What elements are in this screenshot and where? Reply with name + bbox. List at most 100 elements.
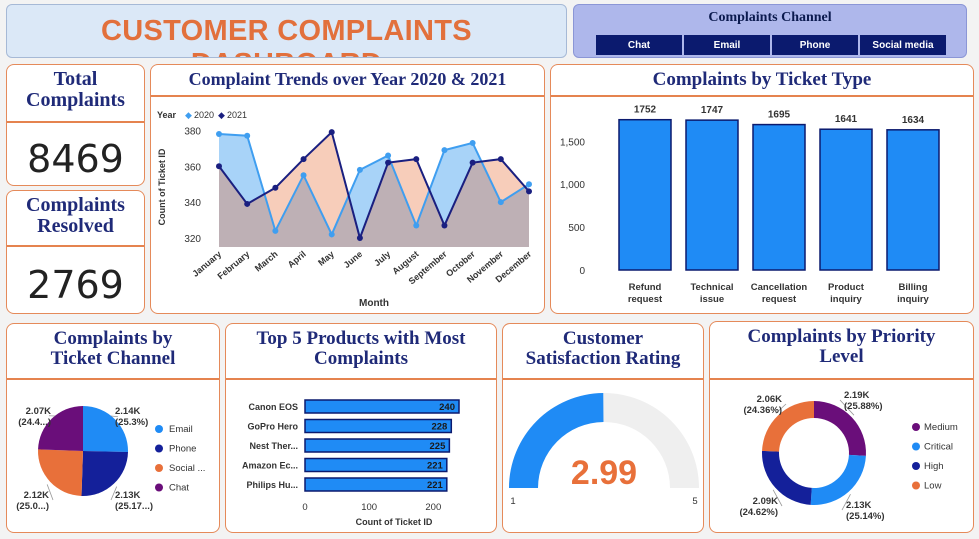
bar (304, 438, 451, 453)
ticket-type-chart-card: Complaints by Ticket Type 0 500 1,000 1,500… (550, 64, 974, 314)
bar (618, 118, 672, 271)
priority-chart-card: Complaints by Priority Level 2.19K (25.88… (709, 321, 974, 533)
point-2020 (526, 181, 532, 188)
channel-option-social-media[interactable]: Social media (860, 35, 946, 55)
legend-marker (912, 462, 920, 470)
point-2021 (216, 163, 222, 170)
legend-label: Low (924, 481, 942, 492)
x-tick-label: 200 (425, 502, 441, 513)
top-products-title-line2: Complaints (314, 347, 408, 369)
legend-marker (912, 423, 920, 431)
point-2021 (300, 156, 307, 163)
legend-marker (155, 464, 163, 472)
ticket-type-chart-title: Complaints by Ticket Type (652, 69, 872, 90)
pie-slice (37, 449, 83, 496)
gauge-value: 2.99 (571, 454, 637, 492)
point-2021 (526, 188, 532, 195)
point-2020 (300, 172, 307, 179)
point-2021 (469, 159, 476, 166)
x-tick-label: Product (828, 282, 865, 293)
point-2020 (272, 227, 279, 234)
slice-value-label: 2.07K (26, 406, 51, 417)
ticket-channel-chart-card: Complaints by Ticket Channel 2.14K (25.3%… (6, 323, 220, 533)
x-tick-label: 0 (302, 502, 307, 513)
slice-percent-label: (25.3%) (115, 417, 148, 428)
top-products-chart-card: Top 5 Products with Most Complaints Cano… (225, 323, 497, 533)
bar (752, 123, 806, 271)
point-2020 (413, 222, 420, 229)
legend-label: Medium (924, 422, 958, 433)
ticket-type-chart: 05001,0001,5001752Refundrequest1747Techn… (560, 105, 940, 305)
slice-value-label: 2.14K (115, 406, 140, 417)
satisfaction-title-line1: Customer (562, 328, 644, 349)
kpi-complaints-resolved: Complaints Resolved 2769 (6, 190, 145, 314)
priority-chart-title: Complaints by Priority Level (710, 327, 973, 367)
data-label: 221 (427, 480, 444, 491)
gauge-max-label: 5 (692, 496, 697, 507)
slice-percent-label: (24.4...) (18, 417, 51, 428)
top-products-chart-title: Top 5 Products with Most Complaints (226, 329, 496, 369)
ticket-channel-chart: 2.14K(25.3%) 2.13K(25.17...) 2.12K(25.0...… (16, 406, 205, 512)
dashboard-title: CUSTOMER COMPLAINTS DASHBOARD (101, 15, 472, 57)
y-tick-label: 1,000 (560, 180, 585, 191)
kpi-total-label-line2: Complaints (26, 89, 125, 111)
slice-value-label: 2.19K (844, 390, 869, 401)
channel-slicer: Complaints Channel Chat Email Phone Soci… (573, 4, 967, 58)
category-label: Nest Ther... (249, 441, 298, 451)
channel-option-chat[interactable]: Chat (596, 35, 682, 55)
x-tick-label: inquiry (897, 294, 929, 305)
data-label: 1752 (634, 105, 657, 116)
slice-percent-label: (25.88%) (844, 401, 883, 412)
y-tick-label: 380 (184, 126, 201, 137)
point-2020 (497, 199, 504, 206)
priority-chart: 2.19K(25.88%) 2.13K(25.14%) 2.09K(24.62%) 2… (739, 390, 958, 522)
trend-chart-card: Complaint Trends over Year 2020 & 2021 Y… (150, 64, 545, 314)
kpi-total-complaints: Total Complaints 8469 (6, 64, 145, 186)
legend-label-2021: 2021 (227, 110, 247, 120)
y-tick-label: 1,500 (560, 137, 585, 148)
kpi-total-label-line1: Total (53, 68, 98, 90)
y-tick-label: 360 (184, 162, 201, 173)
x-tick-label: Billing (898, 282, 927, 293)
point-2020 (216, 130, 222, 137)
slice-value-label: 2.13K (115, 490, 140, 501)
x-tick-label: Technical (690, 282, 733, 293)
gauge-min-label: 1 (510, 496, 515, 507)
satisfaction-title: Customer Satisfaction Rating (503, 329, 703, 369)
y-tick-label: 0 (579, 266, 585, 277)
channel-option-email[interactable]: Email (684, 35, 770, 55)
kpi-resolved-label: Complaints Resolved (7, 195, 144, 237)
x-tick-label: Cancellation (751, 282, 808, 293)
trend-chart: Year ◆ 2020 ◆ 2021320340360380Count of Ticke… (157, 110, 534, 309)
legend-marker (155, 444, 163, 453)
legend-marker (912, 442, 920, 451)
data-label: 240 (439, 402, 455, 413)
divider (7, 245, 144, 247)
point-2020 (469, 139, 476, 146)
legend-marker (155, 425, 163, 433)
slice-percent-label: (24.62%) (739, 507, 778, 518)
point-2020 (441, 147, 448, 154)
legend-label: High (924, 461, 944, 472)
ticket-channel-chart-title: Complaints by Ticket Channel (7, 329, 219, 369)
y-tick-label: 320 (184, 234, 201, 245)
priority-title-line2: Level (819, 345, 864, 367)
ticket-channel-title-line1: Complaints by (53, 328, 173, 349)
bar (304, 418, 453, 434)
channel-option-phone[interactable]: Phone (772, 35, 858, 55)
x-tick-label: inquiry (830, 294, 862, 305)
point-2021 (244, 200, 251, 207)
category-label: Canon EOS (248, 402, 298, 412)
data-label: 1747 (701, 105, 724, 116)
donut-slice (810, 454, 866, 505)
slice-percent-label: (25.14%) (846, 511, 885, 522)
data-label: 228 (431, 422, 447, 433)
bar (304, 457, 448, 473)
legend-label: Email (169, 424, 193, 435)
x-tick-label: July (372, 249, 392, 268)
satisfaction-title-line2: Satisfaction Rating (525, 347, 681, 369)
priority-title-line1: Complaints by Priority (747, 326, 936, 347)
legend-marker-2021: ◆ (218, 110, 225, 120)
x-tick-label: April (286, 249, 308, 270)
legend-label-2020: 2020 (194, 110, 214, 120)
